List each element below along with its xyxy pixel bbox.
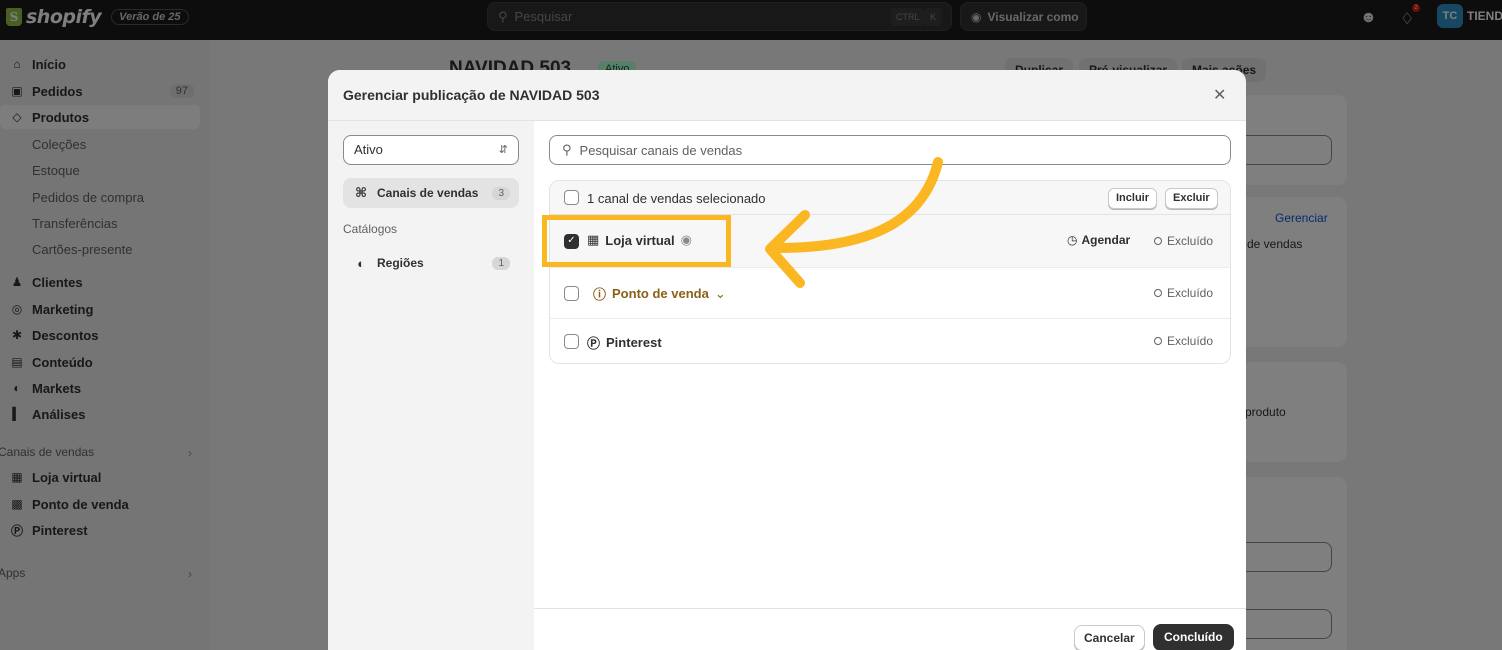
annotation-arrow	[765, 157, 943, 288]
